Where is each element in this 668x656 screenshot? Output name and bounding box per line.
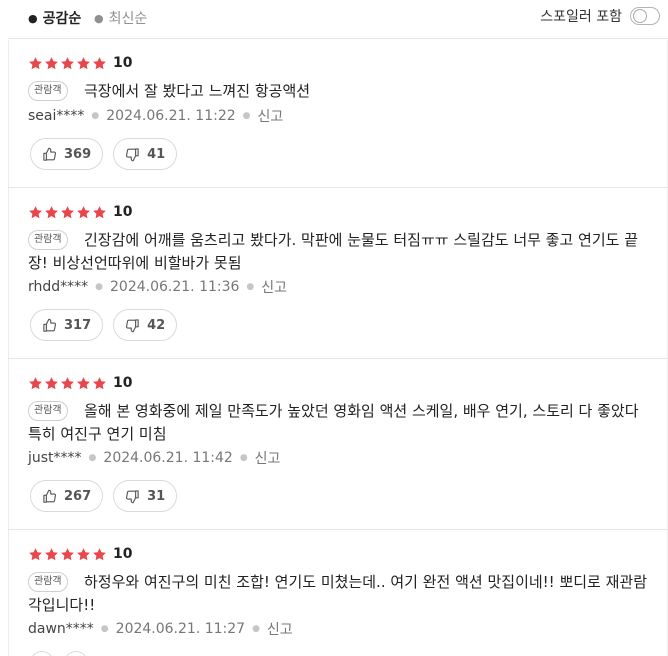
star-icon <box>29 376 42 389</box>
star-icon <box>61 547 74 560</box>
review-toolbar: ● 공감순 ● 최신순 스포일러 포함 <box>0 0 668 39</box>
star-icon <box>61 56 74 69</box>
inactive-dot-icon: ● <box>94 11 104 25</box>
dislike-button[interactable] <box>64 651 88 656</box>
meta-separator: ● <box>239 453 248 463</box>
spoiler-toggle[interactable] <box>630 7 660 25</box>
review-actions: 369 41 <box>30 138 178 170</box>
star-icon <box>93 205 106 218</box>
review-text: 긴장감에 어깨를 움츠리고 봤다가. 막판에 눈물도 터짐ㅠㅠ 스릴감도 너무 … <box>28 231 639 272</box>
meta-separator: ● <box>246 282 255 292</box>
like-count: 369 <box>64 146 92 162</box>
rating-score: 10 <box>113 55 133 71</box>
like-count: 317 <box>64 317 92 333</box>
review-text: 하정우와 여진구의 미친 조합! 연기도 미쳤는데.. 여기 완전 액션 맛집이… <box>28 573 648 614</box>
review-author[interactable]: just**** <box>28 450 82 466</box>
review-text: 극장에서 잘 봤다고 느껴진 항공액션 <box>84 82 311 100</box>
review-actions: 317 42 <box>30 309 178 341</box>
dislike-count: 41 <box>147 146 166 162</box>
star-icon <box>45 547 58 560</box>
spoiler-filter: 스포일러 포함 <box>540 6 660 26</box>
review-meta: seai**** ● 2024.06.21. 11:22 ● 신고 <box>28 106 283 126</box>
like-count: 267 <box>64 488 92 504</box>
dislike-button[interactable]: 42 <box>113 309 178 341</box>
review-item: 10 관람객 긴장감에 어깨를 움츠리고 봤다가. 막판에 눈물도 터짐ㅠㅠ 스… <box>8 188 668 359</box>
report-link[interactable]: 신고 <box>267 619 293 639</box>
meta-separator: ● <box>100 624 109 634</box>
review-rating: 10 <box>28 55 132 71</box>
review-author[interactable]: rhdd**** <box>28 279 88 295</box>
review-date: 2024.06.21. 11:36 <box>110 279 240 295</box>
review-item: 10 관람객 하정우와 여진구의 미친 조합! 연기도 미쳤는데.. 여기 완전… <box>8 530 668 656</box>
star-icon <box>61 376 74 389</box>
star-icon <box>77 205 90 218</box>
report-link[interactable]: 신고 <box>255 448 281 468</box>
dislike-button[interactable]: 31 <box>113 480 178 512</box>
dislike-count: 31 <box>147 488 166 504</box>
star-icon <box>93 547 106 560</box>
like-button[interactable]: 317 <box>30 309 104 341</box>
spoiler-toggle-knob <box>633 9 647 23</box>
sort-by-latest-tab[interactable]: ● 최신순 <box>94 8 147 28</box>
star-icon <box>93 56 106 69</box>
rating-stars <box>28 547 107 562</box>
dislike-button[interactable]: 41 <box>113 138 178 170</box>
review-text: 올해 본 영화중에 제일 만족도가 높았던 영화임 액션 스케일, 배우 연기,… <box>28 402 639 443</box>
rating-score: 10 <box>113 204 133 220</box>
thumbs-down-icon <box>126 318 139 332</box>
star-icon <box>29 205 42 218</box>
report-link[interactable]: 신고 <box>258 106 284 126</box>
spoiler-label: 스포일러 포함 <box>540 9 622 25</box>
review-date: 2024.06.21. 11:42 <box>103 450 233 466</box>
review-actions <box>30 651 88 656</box>
review-item: 10 관람객 올해 본 영화중에 제일 만족도가 높았던 영화임 액션 스케일,… <box>8 359 668 530</box>
review-date: 2024.06.21. 11:22 <box>106 108 236 124</box>
star-icon <box>45 376 58 389</box>
review-item: 10 관람객 극장에서 잘 봤다고 느껴진 항공액션 seai**** ● 20… <box>8 39 668 188</box>
sort-by-latest-label: 최신순 <box>108 11 148 27</box>
thumbs-down-icon <box>126 147 139 161</box>
report-link[interactable]: 신고 <box>261 277 287 297</box>
rating-score: 10 <box>113 375 133 391</box>
thumbs-up-icon <box>43 147 57 161</box>
review-rating: 10 <box>28 375 132 391</box>
star-icon <box>77 56 90 69</box>
like-button[interactable]: 369 <box>30 138 104 170</box>
review-meta: dawn**** ● 2024.06.21. 11:27 ● 신고 <box>28 619 293 639</box>
active-dot-icon: ● <box>28 11 38 25</box>
rating-stars <box>28 205 107 220</box>
thumbs-up-icon <box>43 489 57 503</box>
like-button[interactable]: 267 <box>30 480 104 512</box>
review-author[interactable]: seai**** <box>28 108 84 124</box>
star-icon <box>29 56 42 69</box>
star-icon <box>77 547 90 560</box>
thumbs-up-icon <box>43 318 57 332</box>
review-meta: just**** ● 2024.06.21. 11:42 ● 신고 <box>28 448 280 468</box>
review-author[interactable]: dawn**** <box>28 621 94 637</box>
star-icon <box>45 56 58 69</box>
rating-stars <box>28 376 107 391</box>
meta-separator: ● <box>95 282 104 292</box>
review-rating: 10 <box>28 546 132 562</box>
rating-score: 10 <box>113 546 133 562</box>
star-icon <box>45 205 58 218</box>
review-meta: rhdd**** ● 2024.06.21. 11:36 ● 신고 <box>28 277 287 297</box>
meta-separator: ● <box>252 624 260 634</box>
meta-separator: ● <box>242 111 251 121</box>
star-icon <box>77 376 90 389</box>
dislike-count: 42 <box>147 317 166 333</box>
review-rating: 10 <box>28 204 132 220</box>
star-icon <box>29 547 42 560</box>
meta-separator: ● <box>91 111 100 121</box>
like-button[interactable] <box>30 651 54 656</box>
review-date: 2024.06.21. 11:27 <box>115 621 246 637</box>
review-actions: 267 31 <box>30 480 178 512</box>
sort-by-likes-label: 공감순 <box>42 11 82 27</box>
star-icon <box>61 205 74 218</box>
rating-stars <box>28 56 107 71</box>
star-icon <box>93 376 106 389</box>
thumbs-down-icon <box>126 489 139 503</box>
sort-by-likes-tab[interactable]: ● 공감순 <box>28 8 81 28</box>
meta-separator: ● <box>88 453 97 463</box>
